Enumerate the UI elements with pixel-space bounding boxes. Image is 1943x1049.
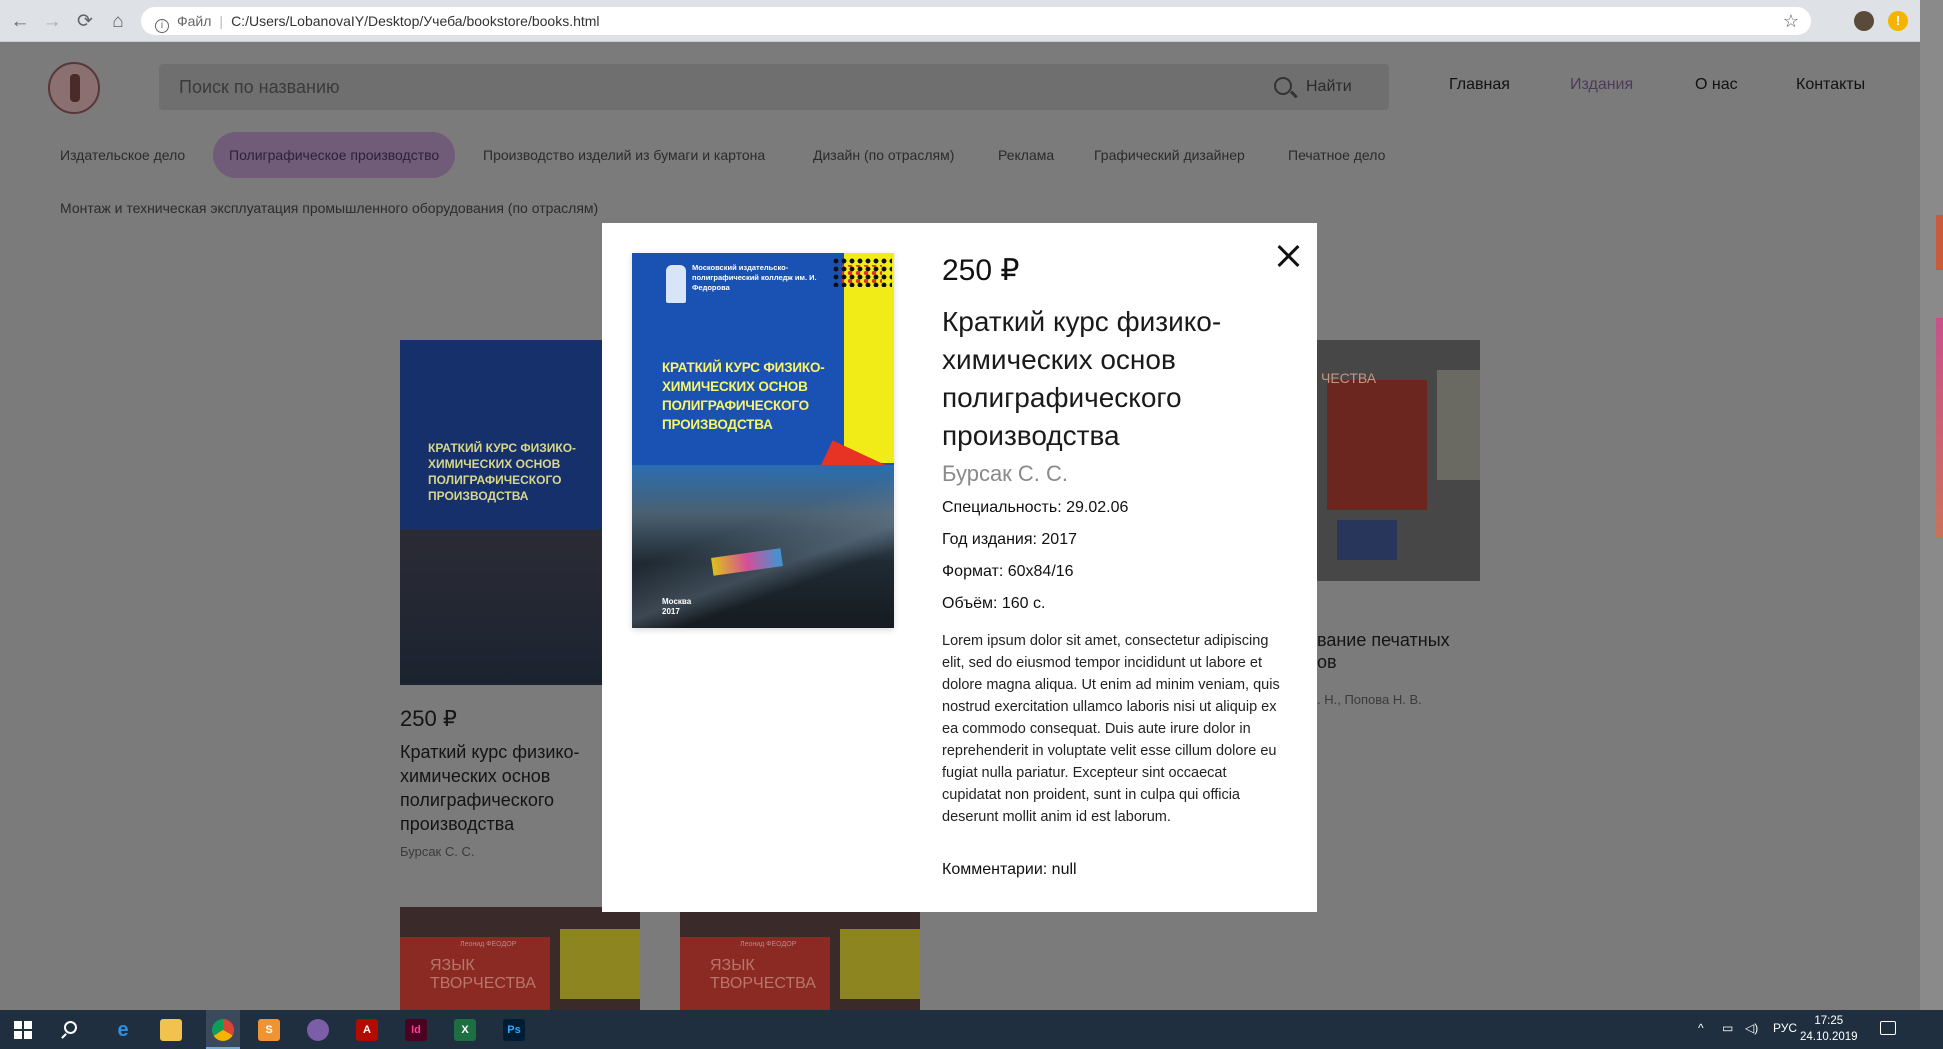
book-cover[interactable]: Леонид ФЕОДОР ЯЗЫК ТВОРЧЕСТВА [400,907,640,1010]
start-icon[interactable] [14,1021,32,1039]
clock-time: 17:25 [1814,1015,1844,1027]
home-icon[interactable]: ⌂ [106,10,130,34]
book-author: Бурсак С. С. [942,461,1069,486]
windows-taskbar: e S A Id X Ps ^ ▭ ◁) РУС 17:25 24.10.201… [0,1010,1943,1049]
volume-icon[interactable]: ◁) [1745,1021,1758,1035]
book-cover[interactable]: КРАТКИЙ КУРС ФИЗИКО-ХИМИЧЕСКИХ ОСНОВ ПОЛ… [400,340,603,685]
category-advertising[interactable]: Реклама [982,132,1070,178]
search-icon[interactable] [1274,77,1292,95]
indesign-icon[interactable]: Id [405,1019,427,1041]
nav-home[interactable]: Главная [1449,76,1510,94]
book-price: 250 ₽ [942,254,1020,287]
category-publishing[interactable]: Издательское дело [44,132,201,178]
sublime-text-icon[interactable]: S [258,1019,280,1041]
cover-year: 2017 [662,607,680,616]
clock-date: 24.10.2019 [1800,1031,1858,1043]
site-logo[interactable] [48,62,100,114]
file-explorer-icon[interactable] [160,1019,182,1041]
nav-about[interactable]: О нас [1695,76,1738,94]
book-comments: Комментарии: null [942,861,1077,878]
card-title[interactable]: Краткий курс физико-химических основ пол… [400,740,604,836]
info-icon[interactable]: i [155,19,169,33]
profile-avatar[interactable] [1854,11,1874,31]
cover-title: ЯЗЫК ТВОРЧЕСТВА [710,957,816,992]
taskbar-clock[interactable]: 17:25 24.10.2019 [1800,1013,1858,1045]
language-indicator[interactable]: РУС [1773,1021,1797,1035]
cover-title: КРАТКИЙ КУРС ФИЗИКО-ХИМИЧЕСКИХ ОСНОВ ПОЛ… [428,441,577,503]
acrobat-icon[interactable]: A [356,1019,378,1041]
cover-city: Москва [662,597,692,606]
search-button[interactable]: Найти [1306,64,1352,110]
category-design[interactable]: Дизайн (по отраслям) [797,132,970,178]
book-specialty: Специальность: 29.02.06 [942,499,1129,516]
card-title-line2[interactable]: ов [1317,652,1337,673]
book-cover[interactable]: Леонид ФЕОДОР ЯЗЫК ТВОРЧЕСТВА [680,907,920,1010]
cover-title: КРАТКИЙ КУРС ФИЗИКО-ХИМИЧЕСКИХ ОСНОВ ПОЛ… [662,360,825,432]
app-circle-icon[interactable] [307,1019,329,1041]
update-warning-icon[interactable]: ! [1888,11,1908,31]
card-author: Бурсак С. С. [400,844,475,859]
nav-contacts[interactable]: Контакты [1796,76,1865,94]
page-backdrop[interactable]: Поиск по названию Найти Главная Издания … [0,42,1920,1010]
network-icon[interactable]: ▭ [1722,1021,1733,1035]
category-paper-products[interactable]: Производство изделий из бумаги и картона [467,132,781,178]
chrome-icon[interactable] [212,1019,234,1041]
book-title: Краткий курс физико-химических основ пол… [942,306,1222,451]
address-bar[interactable]: i Файл | C:/Users/LobanovaIY/Desktop/Учеба/… [141,7,1811,35]
cover-imprint: Москва 2017 [662,597,691,617]
card-title[interactable]: вание печатных [1317,630,1450,651]
taskbar-search-icon[interactable] [64,1021,77,1034]
cover-author: Леонид ФЕОДОР [740,941,797,948]
forward-icon[interactable]: → [40,10,64,34]
modal-book-cover: Московский издательско-полиграфический к… [632,253,894,628]
book-details-modal: Московский издательско-полиграфический к… [602,223,1317,912]
bookmark-star-icon[interactable]: ☆ [1783,7,1799,35]
notifications-icon[interactable] [1880,1021,1896,1035]
page-side-strip [1920,0,1943,1010]
scheme-label: Файл [177,13,212,29]
category-equipment[interactable]: Монтаж и техническая эксплуатация промыш… [60,200,598,216]
cover-publisher: Московский издательско-полиграфический к… [692,263,817,292]
category-printing[interactable]: Печатное дело [1272,132,1401,178]
excel-icon[interactable]: X [454,1019,476,1041]
edge-icon[interactable]: e [112,1019,134,1041]
cover-title: ЧЕСТВА [1321,370,1377,386]
reload-icon[interactable]: ⟳ [73,10,97,34]
card-price: 250 ₽ [400,706,457,731]
book-format: Формат: 60x84/16 [942,563,1074,580]
nav-publications[interactable]: Издания [1570,76,1633,94]
book-year: Год издания: 2017 [942,531,1077,548]
card-author: . Н., Попова Н. В. [1317,692,1422,707]
url-text[interactable]: C:/Users/LobanovaIY/Desktop/Учеба/bookst… [231,13,599,29]
book-description: Lorem ipsum dolor sit amet, consectetur … [942,633,1280,825]
book-volume: Объём: 160 с. [942,595,1046,612]
back-icon[interactable]: ← [8,10,32,34]
category-printing-production[interactable]: Полиграфическое производство [213,132,456,178]
search-input[interactable]: Поиск по названию [179,77,340,97]
search-bar[interactable]: Поиск по названию Найти [159,64,1389,110]
book-cover[interactable]: ЧЕСТВА [1317,340,1480,581]
cover-title: ЯЗЫК ТВОРЧЕСТВА [430,957,536,992]
college-emblem-icon [666,265,686,303]
tray-chevron-icon[interactable]: ^ [1698,1021,1704,1035]
close-icon[interactable] [1274,241,1304,271]
browser-toolbar: ← → ⟳ ⌂ i Файл | C:/Users/LobanovaIY/Deskto… [0,0,1920,42]
cover-author: Леонид ФЕОДОР [460,941,517,948]
photoshop-icon[interactable]: Ps [503,1019,525,1041]
category-graphic-designer[interactable]: Графический дизайнер [1078,132,1261,178]
